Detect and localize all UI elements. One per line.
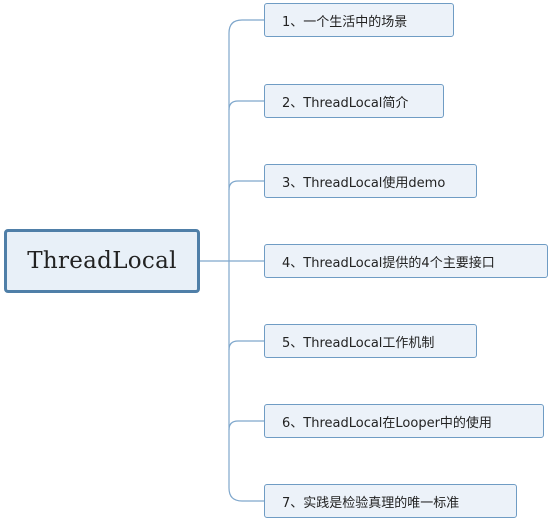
branch-topic-3[interactable]: 3、ThreadLocal使用demo <box>264 164 477 198</box>
branch-connector-3 <box>228 180 264 191</box>
branch-connector-2 <box>228 100 264 111</box>
branch-topic-7[interactable]: 7、实践是检验真理的唯一标准 <box>264 484 517 518</box>
branch-topic-5[interactable]: 5、ThreadLocal工作机制 <box>264 324 477 358</box>
branch-connector-5 <box>228 340 264 351</box>
branch-topic-6[interactable]: 6、ThreadLocal在Looper中的使用 <box>264 404 544 438</box>
branch-topic-4[interactable]: 4、ThreadLocal提供的4个主要接口 <box>264 244 548 278</box>
branch-topic-2[interactable]: 2、ThreadLocal简介 <box>264 84 444 118</box>
root-topic-node[interactable]: ThreadLocal <box>4 229 200 293</box>
branch-topic-1[interactable]: 1、一个生活中的场景 <box>264 3 454 37</box>
branch-connector-6 <box>228 420 264 431</box>
